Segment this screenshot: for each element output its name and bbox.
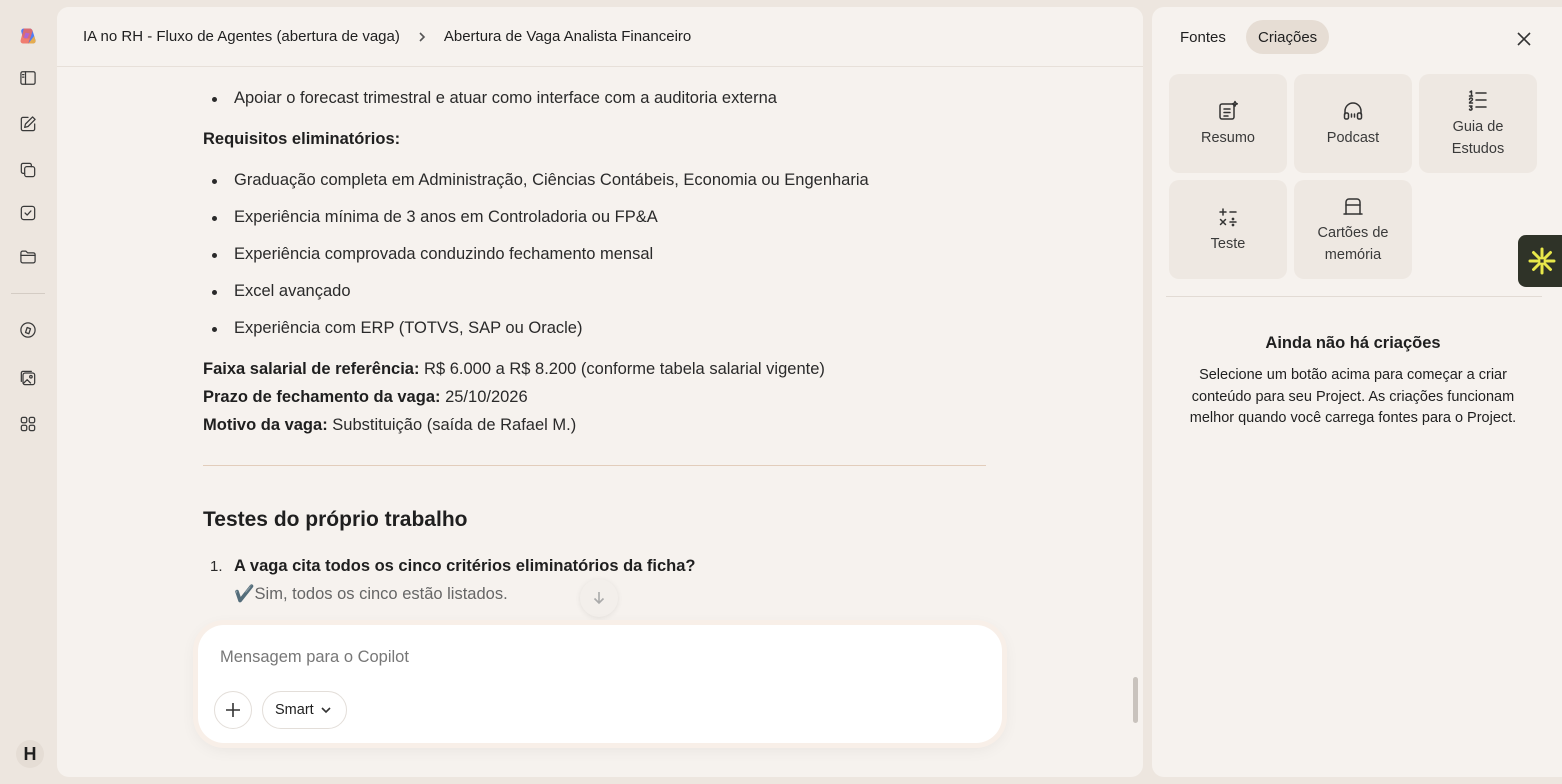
chevron-right-icon (416, 31, 428, 43)
apps-icon[interactable] (12, 408, 44, 440)
list-item: Experiência mínima de 3 anos em Controla… (212, 208, 658, 226)
scrollbar-thumb[interactable] (1133, 677, 1138, 723)
user-avatar[interactable]: H (16, 740, 44, 768)
flashcards-icon (1343, 197, 1363, 215)
panel-divider (1166, 296, 1542, 297)
test-item: 1. A vaga cita todos os cinco critérios … (210, 557, 696, 576)
pages-icon[interactable] (12, 154, 44, 186)
list-item: Experiência com ERP (TOTVS, SAP ou Oracl… (211, 319, 583, 337)
arrow-down-icon (593, 592, 605, 605)
mode-label: Smart (275, 702, 314, 718)
folder-icon[interactable] (12, 241, 44, 273)
create-quiz-button[interactable]: Teste (1169, 180, 1287, 279)
sparkle-icon (1528, 247, 1556, 275)
sidebar-toggle-icon[interactable] (12, 62, 44, 94)
reason-label: Motivo da vaga: (203, 416, 328, 434)
tab-criacoes[interactable]: Criações (1246, 20, 1330, 54)
deadline-value: 25/10/2026 (440, 388, 528, 406)
breadcrumb: IA no RH - Fluxo de Agentes (abertura de… (57, 7, 1143, 67)
assistant-extension-button[interactable] (1518, 235, 1562, 287)
section-divider (203, 465, 986, 466)
create-flashcards-button[interactable]: Cartões de memória (1294, 180, 1412, 279)
deadline-label: Prazo de fechamento da vaga: (203, 388, 441, 406)
reason-line: Motivo da vaga: Substituição (saída de R… (203, 416, 576, 435)
quiz-icon (1219, 207, 1237, 226)
empty-state-text: Selecione um botão acima para começar a … (1189, 367, 1517, 426)
discover-icon[interactable] (12, 314, 44, 346)
new-chat-icon[interactable] (12, 108, 44, 140)
list-item: Apoiar o forecast trimestral e atuar com… (212, 89, 777, 107)
deadline-line: Prazo de fechamento da vaga: 25/10/2026 (203, 388, 528, 407)
main-panel: IA no RH - Fluxo de Agentes (abertura de… (57, 7, 1143, 777)
avatar-initial: H (23, 743, 37, 764)
breadcrumb-page: Abertura de Vaga Analista Financeiro (443, 28, 692, 45)
message-input[interactable]: Mensagem para o Copilot (220, 648, 409, 667)
salary-label: Faixa salarial de referência: (203, 360, 420, 378)
create-study-guide-button[interactable]: Guia de Estudos (1419, 74, 1537, 173)
plus-icon (226, 703, 240, 717)
creations-panel: Fontes Criações Resumo Podcast Guia de E… (1152, 7, 1562, 777)
requirements-heading: Requisitos eliminatórios: (203, 130, 400, 149)
create-podcast-button[interactable]: Podcast (1294, 74, 1412, 173)
chevron-down-icon (321, 707, 331, 714)
empty-state-title: Ainda não há criações (1265, 334, 1441, 352)
tasks-icon[interactable] (12, 197, 44, 229)
tab-fontes[interactable]: Fontes (1168, 20, 1238, 54)
card-label: Resumo (1201, 129, 1255, 146)
close-icon (1517, 32, 1531, 46)
mode-selector[interactable]: Smart (262, 691, 347, 729)
card-label: Podcast (1326, 129, 1380, 146)
create-summary-button[interactable]: Resumo (1169, 74, 1287, 173)
section-title: Testes do próprio trabalho (203, 508, 468, 531)
reason-value: Substituição (saída de Rafael M.) (327, 416, 577, 434)
image-gallery-icon[interactable] (12, 362, 44, 394)
test-number: 1. (210, 558, 223, 575)
summary-icon (1219, 100, 1239, 120)
test-answer: ✔️Sim, todos os cinco estão listados. (234, 585, 508, 603)
copilot-logo-icon[interactable] (12, 20, 44, 52)
card-label: Teste (1210, 235, 1246, 252)
left-rail: H (0, 0, 57, 784)
close-panel-button[interactable] (1512, 27, 1536, 51)
add-attachment-button[interactable] (214, 691, 252, 729)
card-label: Guia de Estudos (1451, 118, 1505, 157)
scroll-down-button[interactable] (580, 579, 618, 617)
message-composer: Mensagem para o Copilot Smart (198, 625, 1002, 743)
list-item: Excel avançado (212, 282, 351, 300)
card-label: Cartões de memória (1317, 224, 1389, 263)
list-item: Graduação completa em Administração, Ciê… (212, 171, 869, 189)
salary-value: R$ 6.000 a R$ 8.200 (conforme tabela sal… (419, 360, 825, 378)
list-item: Experiência comprovada conduzindo fecham… (211, 245, 654, 263)
study-guide-icon (1468, 89, 1487, 111)
rail-divider (11, 293, 45, 294)
requirements-heading-text: Requisitos eliminatórios: (203, 130, 401, 148)
breadcrumb-project[interactable]: IA no RH - Fluxo de Agentes (abertura de… (83, 28, 400, 45)
headphones-icon (1343, 101, 1363, 120)
salary-line: Faixa salarial de referência: R$ 6.000 a… (203, 360, 825, 379)
test-question: A vaga cita todos os cinco critérios eli… (234, 557, 696, 575)
